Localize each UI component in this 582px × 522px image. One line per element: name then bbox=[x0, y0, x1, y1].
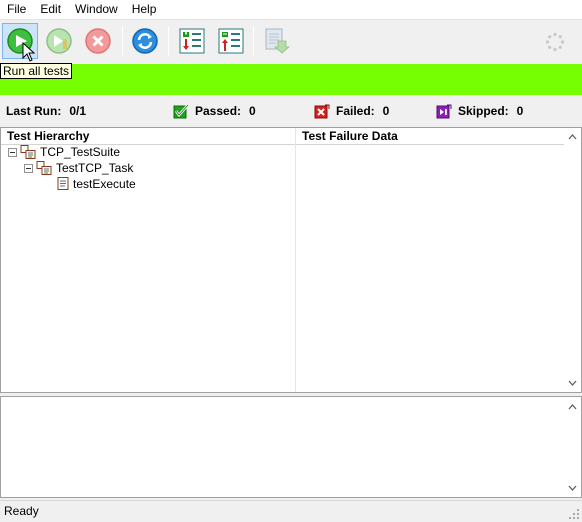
tree-node-label: TestTCP_Task bbox=[56, 161, 134, 175]
stop-button[interactable] bbox=[80, 23, 116, 59]
collapse-toggle[interactable] bbox=[8, 147, 17, 157]
resize-grip-icon[interactable] bbox=[568, 508, 580, 520]
skipped-label: Skipped: bbox=[458, 104, 509, 118]
stop-icon bbox=[85, 28, 111, 54]
tree-node-test[interactable]: testExecute bbox=[57, 176, 136, 192]
run-summary: Last Run: 0/1 Passed: 0 Failed: 0 Skippe… bbox=[0, 100, 582, 124]
status-bar: Ready bbox=[0, 500, 582, 522]
test-progress-bar bbox=[0, 64, 582, 95]
menu-file[interactable]: File bbox=[0, 0, 33, 20]
cursor-icon bbox=[22, 42, 36, 62]
results-scrollbar[interactable] bbox=[564, 128, 581, 392]
scroll-up-icon[interactable] bbox=[564, 399, 581, 415]
skipped-icon bbox=[436, 104, 452, 118]
menu-edit[interactable]: Edit bbox=[33, 0, 68, 20]
scroll-down-icon[interactable] bbox=[564, 375, 581, 391]
tree-node-suite[interactable]: TestTCP_Task bbox=[24, 160, 133, 176]
passed-stat: Passed: 0 bbox=[173, 102, 256, 120]
toolbar-separator bbox=[168, 26, 169, 56]
tree-node-label: testExecute bbox=[73, 177, 136, 191]
expand-tree-button[interactable] bbox=[174, 23, 210, 59]
collapse-tree-button[interactable] bbox=[213, 23, 249, 59]
column-divider[interactable] bbox=[295, 128, 296, 392]
rerun-button[interactable] bbox=[127, 23, 163, 59]
failed-stat: Failed: 0 bbox=[314, 102, 389, 120]
skipped-stat: Skipped: 0 bbox=[436, 102, 523, 120]
menu-bar: File Edit Window Help bbox=[0, 0, 582, 20]
test-suite-icon bbox=[36, 161, 52, 175]
report-icon bbox=[265, 28, 290, 54]
run-selected-button[interactable] bbox=[41, 23, 77, 59]
tooltip: Run all tests bbox=[0, 63, 73, 79]
test-failure-data-header[interactable]: Test Failure Data bbox=[296, 128, 564, 145]
toolbar-separator bbox=[253, 26, 254, 56]
last-run-label: Last Run: bbox=[6, 104, 62, 118]
menu-help[interactable]: Help bbox=[125, 0, 164, 20]
busy-spinner-icon bbox=[545, 32, 565, 52]
expand-tree-icon bbox=[179, 28, 205, 54]
menu-window[interactable]: Window bbox=[68, 0, 125, 20]
collapse-tree-icon bbox=[218, 28, 244, 54]
tree-node-label: TCP_TestSuite bbox=[40, 145, 121, 159]
refresh-icon bbox=[132, 28, 158, 54]
last-run-stat: Last Run: 0/1 bbox=[6, 102, 86, 120]
failed-icon bbox=[314, 104, 330, 118]
last-run-value: 0/1 bbox=[69, 104, 87, 118]
passed-icon bbox=[173, 103, 189, 118]
toolbar bbox=[0, 20, 582, 64]
scroll-up-icon[interactable] bbox=[564, 129, 581, 145]
output-text-area[interactable] bbox=[0, 396, 582, 498]
test-case-icon bbox=[57, 177, 69, 190]
report-button[interactable] bbox=[258, 23, 294, 59]
collapse-toggle[interactable] bbox=[24, 163, 33, 173]
passed-label: Passed: bbox=[195, 104, 242, 118]
status-text: Ready bbox=[4, 504, 39, 518]
test-hierarchy-header[interactable]: Test Hierarchy bbox=[1, 128, 295, 145]
scroll-down-icon[interactable] bbox=[564, 480, 581, 496]
toolbar-separator bbox=[122, 26, 123, 56]
failed-label: Failed: bbox=[336, 104, 375, 118]
output-scrollbar[interactable] bbox=[564, 397, 581, 497]
results-panel: Test Hierarchy Test Failure Data TCP_Tes… bbox=[0, 127, 582, 393]
failed-value: 0 bbox=[382, 104, 390, 118]
tree-node-suite[interactable]: TCP_TestSuite bbox=[8, 144, 120, 160]
passed-value: 0 bbox=[249, 104, 256, 118]
test-suite-icon bbox=[20, 145, 36, 159]
play-step-icon bbox=[46, 28, 72, 54]
skipped-value: 0 bbox=[516, 104, 524, 118]
